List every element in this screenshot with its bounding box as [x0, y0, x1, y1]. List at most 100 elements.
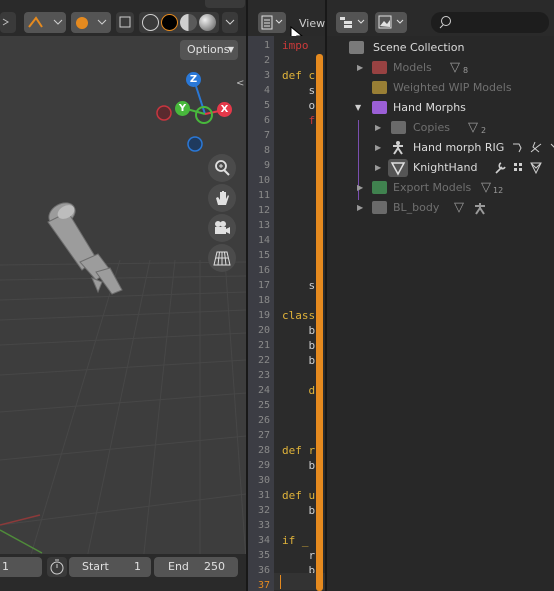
expand-arrow-icon[interactable]: ▶: [375, 138, 381, 158]
code-line: if _: [282, 534, 309, 547]
collection-label: Weighted WIP Models: [393, 81, 512, 94]
line-number: 11: [257, 190, 270, 201]
collection-label: BL_body: [393, 201, 440, 214]
armature-icon: [393, 141, 403, 155]
text-editor-header: View: [248, 0, 325, 45]
select-mode-button[interactable]: [0, 12, 16, 33]
line-number-gutter: 1 2 3 4 5 6 7 8 9 10 11 12 13 14 15 16 17 18 19 20 21 22 23 24 2…: [248, 36, 274, 591]
shading-options-dropdown[interactable]: [222, 12, 238, 33]
zoom-button[interactable]: [208, 154, 236, 182]
hand-icon: [216, 191, 229, 205]
collapse-arrow-icon[interactable]: ▼: [355, 98, 361, 118]
line-number: 23: [257, 370, 270, 381]
collection-label: Hand Morphs: [393, 101, 466, 114]
line-number: 29: [257, 460, 270, 471]
line-number: 10: [257, 175, 270, 186]
outliner-item-export-models[interactable]: ▶ Export Models ▽ 12: [327, 178, 554, 198]
object-label: Hand morph RIG: [413, 141, 505, 154]
outliner-item-models[interactable]: ▶ Models ▽ 8: [327, 58, 554, 78]
code-line: o: [282, 99, 316, 112]
outliner-item-hand-morph-rig[interactable]: ▶ Hand morph RIG: [327, 138, 554, 158]
current-frame-value: 1: [2, 560, 9, 573]
code-line: impo: [282, 39, 309, 52]
3d-viewport[interactable]: Options ▼ < Z Y X 1 Start 1 End 250: [0, 0, 246, 591]
line-number: 5: [263, 100, 270, 111]
zoom-icon: [215, 160, 230, 176]
line-number: 4: [263, 85, 270, 96]
grid-icon: [213, 251, 231, 266]
text-editor[interactable]: View 1 2 3 4 5 6 7 8 9 10 11 12 13 14 15 16 17 18 19 20 21 22…: [248, 0, 325, 591]
y-axis-handle[interactable]: Y: [175, 101, 190, 116]
mesh-object-icon: [388, 159, 408, 177]
code-line: s: [282, 279, 316, 292]
line-number: 19: [257, 310, 270, 321]
display-mode-dropdown[interactable]: [336, 12, 368, 33]
line-number: 21: [257, 340, 270, 351]
line-number: 34: [257, 535, 270, 546]
line-number: 26: [257, 415, 270, 426]
scene-collection-label: Scene Collection: [373, 41, 465, 54]
options-label: Options: [187, 43, 230, 56]
line-number: 7: [263, 130, 270, 141]
camera-icon: [215, 221, 230, 234]
line-number: 6: [263, 115, 270, 126]
line-number: 1: [263, 40, 270, 51]
outliner-item-copies[interactable]: ▶ Copies ▽ 2: [327, 118, 554, 138]
scene-collection-icon: [349, 41, 364, 54]
options-dropdown[interactable]: Options ▼: [180, 40, 238, 60]
collection-icon: [372, 101, 387, 114]
xray-toggle[interactable]: [116, 12, 134, 33]
current-frame-field[interactable]: 1: [0, 557, 42, 577]
collection-icon: [372, 61, 387, 74]
x-axis-handle[interactable]: X: [217, 102, 232, 117]
outliner[interactable]: Scene Collection ▶ Models ▽ 8 Weighted W…: [327, 0, 554, 591]
line-number: 9: [263, 160, 270, 171]
line-number: 17: [257, 280, 270, 291]
expand-arrow-icon[interactable]: ▶: [375, 118, 381, 138]
line-number: 15: [257, 250, 270, 261]
z-axis-handle[interactable]: Z: [186, 72, 201, 87]
code-line: def u: [282, 489, 316, 502]
filter-dropdown[interactable]: [375, 12, 407, 33]
code-line: b: [282, 339, 316, 352]
end-frame-field[interactable]: End 250: [154, 557, 238, 577]
collection-label: Models: [393, 61, 432, 74]
line-number: 36: [257, 565, 270, 576]
outliner-item-knighthand[interactable]: ▶ KnightHand: [327, 158, 554, 178]
outliner-item-bl-body[interactable]: ▶ BL_body ▽: [327, 198, 554, 218]
stopwatch-button[interactable]: [47, 557, 67, 577]
search-icon: [439, 16, 451, 29]
start-label: Start: [82, 560, 109, 573]
material-shading-icon[interactable]: [180, 14, 197, 31]
snap-button[interactable]: [71, 12, 111, 33]
expand-arrow-icon[interactable]: ▶: [357, 58, 363, 78]
text-scrollbar[interactable]: [316, 54, 323, 591]
rendered-shading-icon[interactable]: [199, 14, 216, 31]
outliner-item-weighted-wip-models[interactable]: Weighted WIP Models: [327, 78, 554, 98]
expand-arrow-icon[interactable]: ▶: [375, 158, 381, 178]
start-frame-field[interactable]: Start 1: [69, 557, 151, 577]
editor-type-dropdown[interactable]: [258, 12, 286, 33]
transform-pivot-button[interactable]: [24, 12, 66, 33]
scene-collection-row[interactable]: Scene Collection: [327, 38, 554, 58]
end-label: End: [168, 560, 189, 573]
outliner-search-input[interactable]: [431, 12, 549, 33]
expand-arrow-icon[interactable]: ▶: [357, 178, 363, 198]
pan-button[interactable]: [208, 184, 236, 212]
stopwatch-icon: [50, 559, 64, 575]
code-line: b: [282, 324, 316, 337]
expand-arrow-icon[interactable]: ▶: [357, 198, 363, 218]
line-number: 33: [257, 520, 270, 531]
line-number: 12: [257, 205, 270, 216]
line-number: 13: [257, 220, 270, 231]
camera-view-button[interactable]: [208, 214, 236, 242]
wireframe-shading-icon[interactable]: [142, 14, 159, 31]
perspective-toggle-button[interactable]: [208, 244, 236, 272]
outliner-item-hand-morphs[interactable]: ▼ Hand Morphs: [327, 98, 554, 118]
mesh-count-icon: ▽: [450, 60, 460, 75]
solid-shading-icon[interactable]: [161, 14, 178, 31]
line-number: 30: [257, 475, 270, 486]
code-line: b: [282, 504, 316, 517]
line-number: 32: [257, 505, 270, 516]
collection-icon: [372, 181, 387, 194]
